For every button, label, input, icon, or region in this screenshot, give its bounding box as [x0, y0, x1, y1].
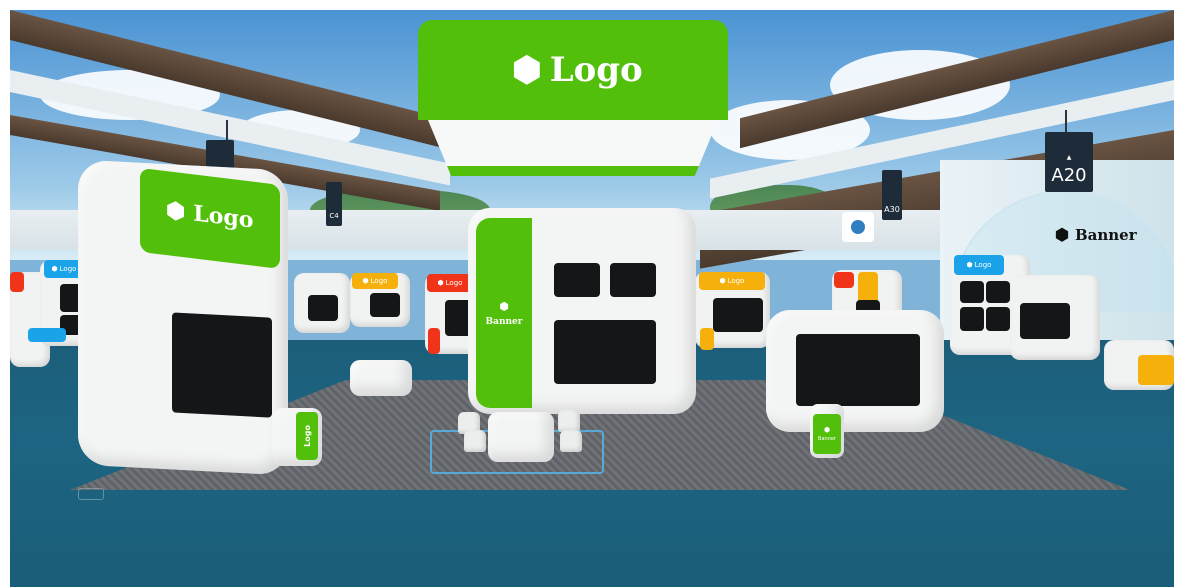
- booth-tag-label: Logo: [59, 265, 77, 273]
- cube-icon: ⬢: [362, 277, 369, 285]
- cube-icon: ⬢: [1055, 225, 1069, 244]
- cube-icon: ⬢: [499, 299, 509, 313]
- cube-icon: ⬢: [51, 265, 58, 273]
- banner-sign-label: Banner: [1074, 225, 1137, 244]
- right-booth-screen[interactable]: [796, 334, 920, 406]
- hall-marker-c4: C4: [329, 212, 339, 220]
- cube-icon: ⬢: [437, 279, 444, 287]
- banner-sign: ⬢ Banner: [1055, 225, 1137, 244]
- booth-tag-label: Logo: [727, 277, 745, 285]
- chair: [558, 410, 580, 432]
- right-booth[interactable]: [766, 310, 944, 432]
- viewport-3d[interactable]: C4 A30 ▲ A20 ⬢ Logo ⬢ Logo ⬢ Logo ⬢ Logo…: [10, 10, 1174, 587]
- back-booth[interactable]: [1010, 275, 1100, 360]
- center-booth[interactable]: ⬢ Banner: [468, 208, 696, 414]
- center-booth-banner-panel: ⬢ Banner: [476, 218, 532, 408]
- booth-tag-label: Logo: [370, 277, 388, 285]
- cube-icon: ⬢: [823, 426, 831, 434]
- back-booth[interactable]: [294, 273, 350, 333]
- cube-icon: ⬢: [512, 50, 542, 90]
- hall-banner-a30: A30: [882, 170, 902, 220]
- right-kiosk-label: Banner: [818, 436, 836, 442]
- globe-icon: [851, 220, 865, 234]
- cube-icon: ⬢: [166, 197, 186, 226]
- center-booth-banner-label: Banner: [485, 316, 523, 327]
- center-booth-screen-1[interactable]: [554, 263, 600, 297]
- hanging-logo-sign: ⬢ Logo: [418, 10, 728, 186]
- left-kiosk-label: Logo: [302, 425, 312, 447]
- left-booth[interactable]: ⬢ Logo: [78, 159, 288, 476]
- hall-banner-a20: ▲ A20: [1045, 132, 1093, 192]
- chair: [464, 430, 486, 452]
- cube-icon: ⬢: [966, 261, 973, 269]
- chair: [560, 430, 582, 452]
- hall-marker-a20: A20: [1051, 165, 1087, 186]
- wall-logo: [842, 212, 874, 242]
- back-booth[interactable]: ⬢ Logo: [350, 273, 410, 327]
- left-booth-logo-label: Logo: [193, 200, 254, 234]
- exhibition-hall-scene: C4 A30 ▲ A20 ⬢ Logo ⬢ Logo ⬢ Logo ⬢ Logo…: [10, 10, 1174, 587]
- booth-tag-label: Logo: [974, 261, 992, 269]
- left-booth-screen[interactable]: [172, 312, 272, 418]
- booth-tag-label: Logo: [445, 279, 463, 287]
- floor-marker: [78, 488, 104, 500]
- hanging-sign-label: Logo: [549, 50, 643, 90]
- center-booth-screen-main[interactable]: [554, 320, 656, 384]
- hanging-sign-panel: ⬢ Logo: [418, 20, 728, 120]
- left-kiosk[interactable]: Logo: [272, 408, 322, 466]
- right-kiosk[interactable]: ⬢ Banner: [810, 404, 844, 458]
- hall-banner-c4: C4: [326, 182, 342, 226]
- cube-icon: ⬢: [719, 277, 726, 285]
- bench: [350, 360, 412, 396]
- hall-marker-a30: A30: [884, 205, 900, 214]
- left-booth-logo-panel: ⬢ Logo: [140, 167, 280, 269]
- meeting-table: [488, 412, 554, 462]
- center-booth-screen-2[interactable]: [610, 263, 656, 297]
